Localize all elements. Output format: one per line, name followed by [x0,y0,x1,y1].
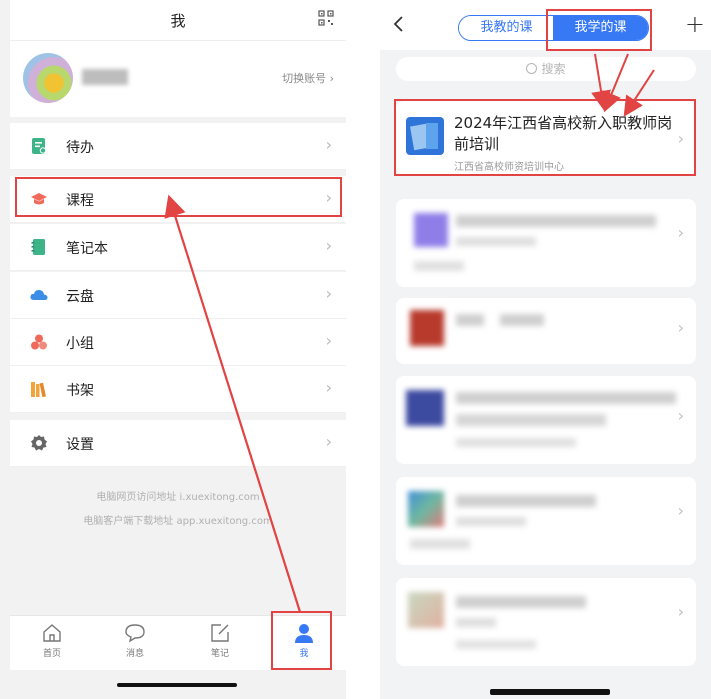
arrow-to-card [602,53,629,113]
annotation-arrows [164,53,655,613]
arrow-to-course-menu [164,194,302,613]
arrow-to-card [591,53,611,111]
arrow-to-card [623,69,655,117]
